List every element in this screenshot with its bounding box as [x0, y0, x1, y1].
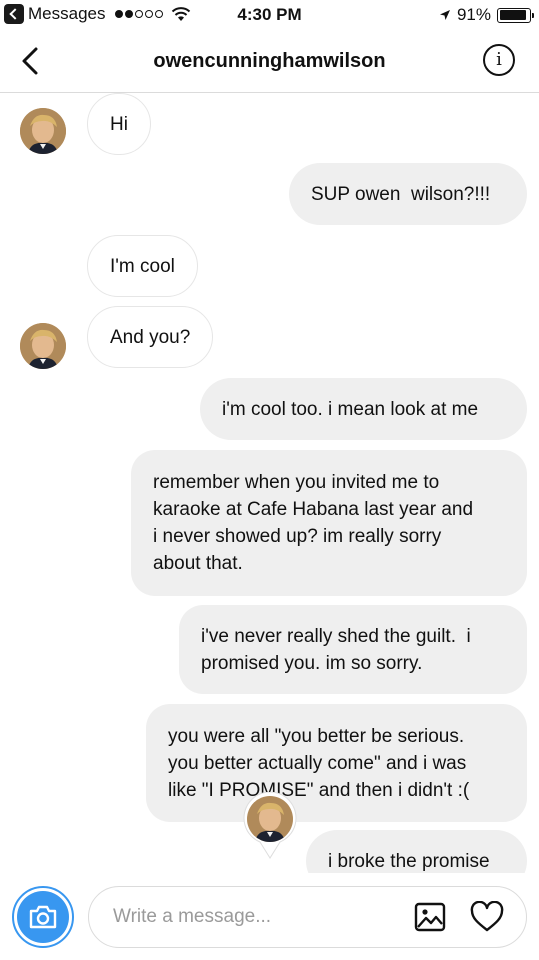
message-bubble-received[interactable]: Hi — [87, 93, 151, 155]
message-line: promised you. im so sorry. — [201, 652, 423, 674]
message-text: Hi — [110, 113, 128, 135]
message-bubble-sent[interactable]: remember when you invited me to karaoke … — [131, 450, 527, 596]
message-composer — [0, 873, 539, 960]
sender-avatar[interactable] — [20, 108, 66, 154]
battery-percent: 91% — [456, 5, 491, 24]
message-text: And you? — [110, 326, 191, 348]
message-text: SUP owen wilson?!!! — [311, 183, 491, 205]
message-line: you better actually come" and i was — [168, 752, 467, 774]
message-bubble-sent[interactable]: you were all "you better be serious. you… — [146, 704, 527, 822]
message-line: i never showed up? im really sorry — [153, 526, 442, 547]
conversation-header: owencunninghamwilson i — [0, 30, 539, 93]
status-bar: Messages 4:30 PM 91% — [0, 0, 539, 30]
avatar-image — [20, 323, 66, 369]
message-text: I'm cool — [110, 255, 175, 277]
message-text: i'm cool too. i mean look at me — [222, 398, 479, 420]
message-bubble-sent[interactable]: i broke the promise — [306, 830, 527, 873]
message-bubble-received[interactable]: I'm cool — [87, 235, 198, 297]
sender-avatar[interactable] — [20, 323, 66, 369]
message-bubble-sent[interactable]: i've never really shed the guilt. i prom… — [179, 605, 527, 694]
message-bubble-sent[interactable]: i'm cool too. i mean look at me — [200, 378, 527, 440]
avatar-image — [20, 108, 66, 154]
message-line: i've never really shed the guilt. i — [201, 625, 471, 647]
location-arrow-icon — [439, 10, 450, 20]
message-input-container[interactable] — [88, 886, 527, 948]
message-line: karaoke at Cafe Habana last year and — [153, 499, 474, 520]
message-thread[interactable]: Hi SUP owen wilson?!!! I'm cool And you?… — [0, 93, 539, 873]
message-bubble-received[interactable]: And you? — [87, 306, 214, 368]
message-line: remember when you invited me to — [153, 472, 440, 493]
message-line: about that. — [153, 553, 243, 574]
message-text: i broke the promise — [328, 850, 490, 872]
camera-icon — [29, 905, 57, 929]
battery-icon — [497, 7, 534, 23]
gallery-icon[interactable] — [414, 902, 446, 932]
message-input[interactable] — [113, 887, 403, 946]
heart-icon[interactable] — [470, 901, 504, 933]
message-line: like "I PROMISE" and then i didn't :( — [168, 779, 470, 801]
info-icon[interactable]: i — [483, 44, 515, 76]
seen-by-avatar[interactable] — [243, 792, 297, 862]
message-bubble-sent[interactable]: SUP owen wilson?!!! — [289, 163, 527, 225]
message-line: you were all "you better be serious. — [168, 725, 465, 747]
camera-button[interactable] — [12, 886, 74, 948]
conversation-username[interactable]: owencunninghamwilson — [0, 50, 539, 73]
